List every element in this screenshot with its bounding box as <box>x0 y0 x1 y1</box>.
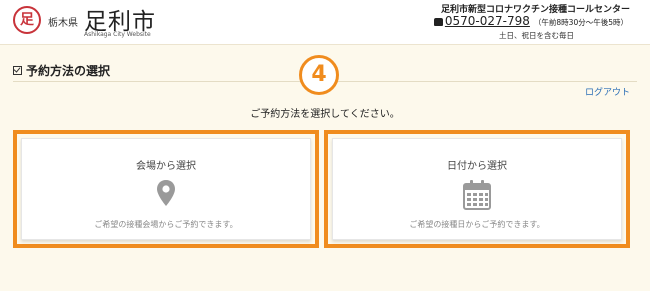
option-description: ご希望の接種会場からご予約できます。 <box>94 220 238 229</box>
prefecture-label: 栃木県 <box>48 18 78 29</box>
page-title-text: 予約方法の選択 <box>26 64 111 78</box>
call-hours: （午前8時30分〜午後5時） <box>533 18 628 27</box>
site-header: 足 栃木県 足利市 Ashikaga City Website 足利市新型コロナ… <box>0 0 650 45</box>
call-days-note: 土日、祝日を含む毎日 <box>499 31 574 40</box>
city-emblem-icon[interactable]: 足 <box>13 6 41 34</box>
select-by-date-button[interactable]: 日付から選択 ご希望の接種日からご予約できます。 <box>332 138 622 240</box>
map-pin-icon <box>156 179 176 211</box>
page-title: 予約方法の選択 <box>13 62 110 79</box>
checkbox-icon <box>13 66 22 75</box>
option-title: 会場から選択 <box>136 161 196 172</box>
select-by-venue-button[interactable]: 会場から選択 ご希望の接種会場からご予約できます。 <box>21 138 311 240</box>
highlight-frame-venue: 会場から選択 ご希望の接種会場からご予約できます。 <box>13 130 319 248</box>
step-number-badge: 4 <box>299 55 339 95</box>
calendar-icon <box>461 179 493 215</box>
highlight-frame-date: 日付から選択 ご希望の接種日からご予約できます。 <box>324 130 630 248</box>
option-description: ご希望の接種日からご予約できます。 <box>409 220 545 229</box>
instruction-text: ご予約方法を選択してください。 <box>250 109 400 120</box>
phone-icon <box>433 18 443 26</box>
call-center-phone: 0570-027-798 （午前8時30分〜午後5時） <box>433 14 628 28</box>
phone-number-link[interactable]: 0570-027-798 <box>445 14 530 28</box>
city-name-en: Ashikaga City Website <box>84 31 151 38</box>
option-title: 日付から選択 <box>447 161 507 172</box>
logout-link[interactable]: ログアウト <box>585 85 630 98</box>
